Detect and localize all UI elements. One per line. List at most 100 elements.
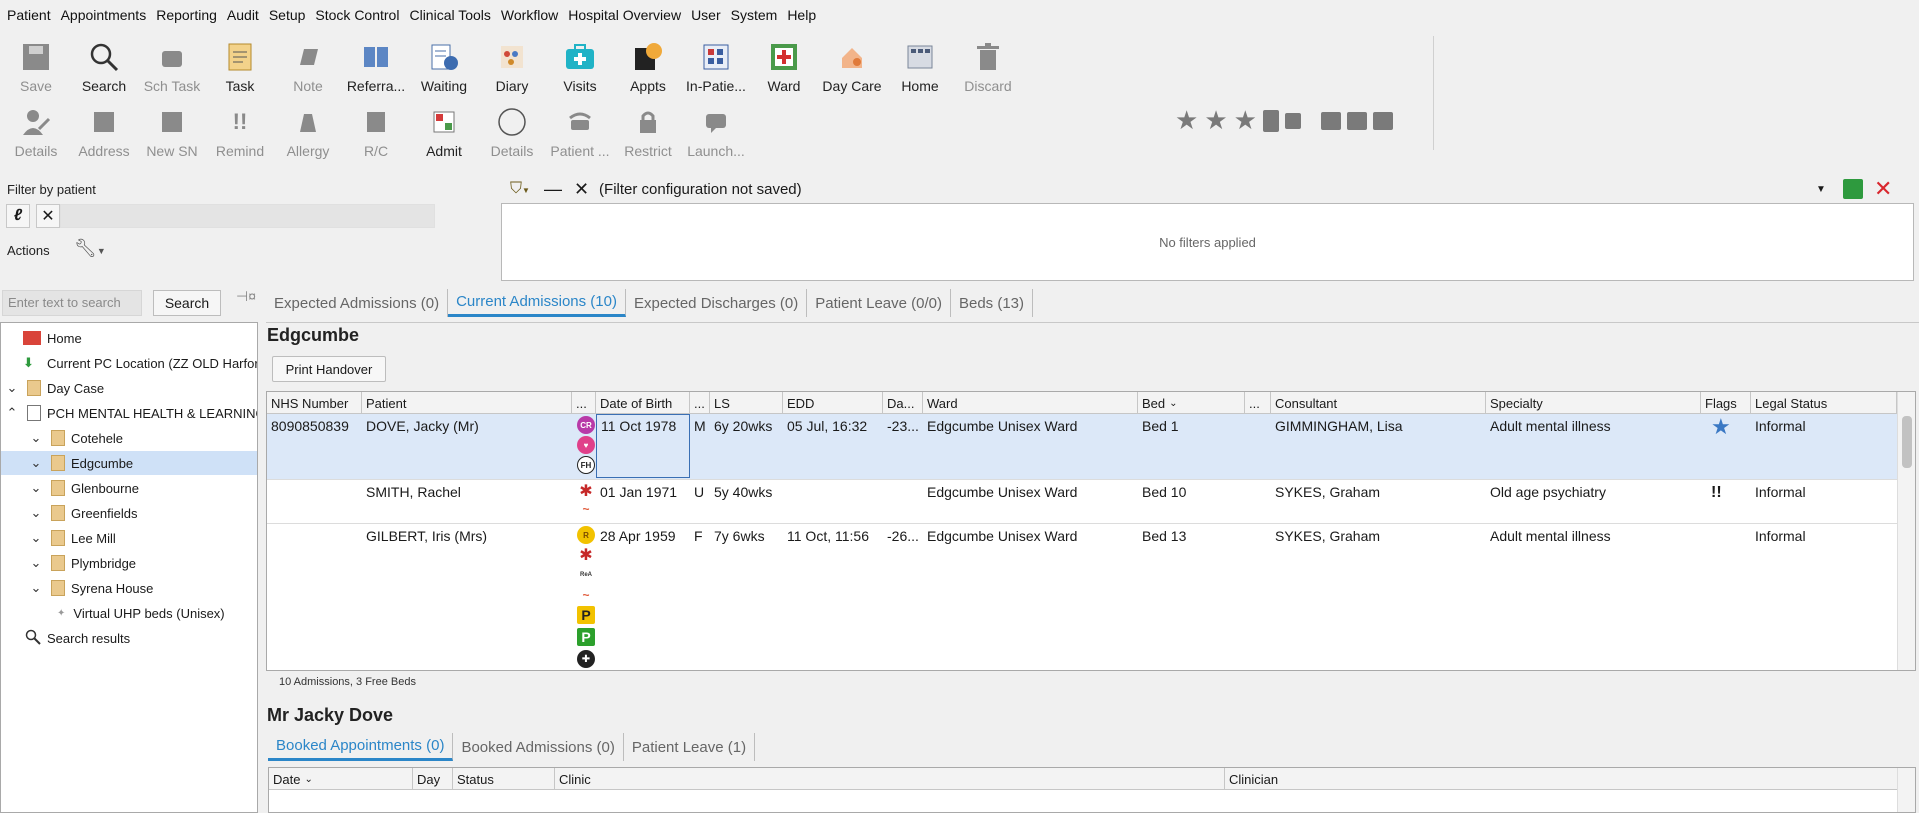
table-row[interactable]: GILBERT, Iris (Mrs) R ✱ ReA ~ P P ✚ 28 A… (267, 524, 1897, 670)
scrollbar-thumb[interactable] (1902, 416, 1912, 468)
tree-item-greenfields[interactable]: ⌄ Greenfields (29, 501, 137, 525)
col-status[interactable]: Status (453, 768, 555, 790)
rea-alert-icon[interactable]: ReA (577, 566, 595, 584)
col-consultant[interactable]: Consultant (1271, 392, 1486, 414)
print-preview-icon[interactable] (1346, 111, 1367, 130)
chevron-down-icon[interactable]: ⌄ (5, 380, 19, 396)
square-icon[interactable] (1284, 112, 1301, 129)
tab-expected-discharges[interactable]: Expected Discharges (0) (626, 289, 808, 317)
star-icon[interactable]: ★ (1204, 105, 1227, 136)
appointments-scrollbar[interactable] (1897, 768, 1915, 812)
col-flags[interactable]: Flags (1701, 392, 1751, 414)
search-button[interactable]: Search (70, 36, 138, 96)
col-bed[interactable]: Bed ⌄ (1138, 392, 1245, 414)
col-alerts[interactable]: ... (572, 392, 596, 414)
admit-button[interactable]: Admit (410, 101, 478, 161)
print-handover-button[interactable]: Print Handover (272, 356, 386, 382)
tab-patient-leave[interactable]: Patient Leave (0/0) (807, 289, 951, 317)
menu-hospital-overview[interactable]: Hospital Overview (563, 7, 686, 23)
col-clinician[interactable]: Clinician (1225, 768, 1897, 790)
tree-item-plymbridge[interactable]: ⌄ Plymbridge (29, 551, 136, 575)
tree-item-virtual-uhp-beds[interactable]: ✦ Virtual UHP beds (Unisex) (57, 601, 225, 625)
patient-lookup-button[interactable]: ℓ (6, 204, 30, 228)
wave-alert-icon[interactable]: ~ (577, 502, 595, 516)
actions-menu-button[interactable]: 🔧︎▼ (74, 238, 106, 259)
day-care-button[interactable]: Day Care (818, 36, 886, 96)
chevron-up-icon[interactable]: ⌃ (5, 405, 19, 421)
dob-cell-focused[interactable]: 11 Oct 1978 (596, 414, 690, 478)
tree-item-lee-mill[interactable]: ⌄ Lee Mill (29, 526, 116, 550)
in-patient-button[interactable]: In-Patie... (682, 36, 750, 96)
chevron-down-icon[interactable]: ⌄ (29, 455, 43, 471)
fh-alert-icon[interactable]: FH (577, 456, 595, 474)
chevron-down-icon[interactable]: ⌄ (29, 555, 43, 571)
burst-alert-icon[interactable]: ✱ (577, 546, 595, 564)
task-button[interactable]: Task (206, 36, 274, 96)
parking-yellow-icon[interactable]: P (577, 606, 595, 624)
col-edd[interactable]: EDD (783, 392, 883, 414)
minimize-icon[interactable]: — (544, 179, 562, 200)
grid-scrollbar[interactable] (1897, 392, 1915, 670)
restrict-button[interactable]: Restrict (614, 101, 682, 161)
patient-filter-field[interactable] (60, 204, 435, 228)
col-nhs-number[interactable]: NHS Number (267, 392, 362, 414)
pane-splitter[interactable] (258, 322, 266, 813)
menu-clinical-tools[interactable]: Clinical Tools (404, 7, 495, 23)
col-sex[interactable]: ... (690, 392, 710, 414)
tree-search-input[interactable]: Enter text to search (2, 290, 142, 316)
chevron-down-icon[interactable]: ⌄ (29, 530, 43, 546)
ward-button[interactable]: Ward (750, 36, 818, 96)
menu-audit[interactable]: Audit (222, 7, 264, 23)
menu-setup[interactable]: Setup (264, 7, 311, 23)
table-row[interactable]: 8090850839 DOVE, Jacky (Mr) CR ♥ FH 11 O… (267, 414, 1897, 480)
menu-patient[interactable]: Patient (2, 7, 56, 23)
burst-alert-icon[interactable]: ✱ (577, 482, 595, 500)
diary-button[interactable]: Diary (478, 36, 546, 96)
window-icon[interactable] (1320, 111, 1341, 130)
tree-item-day-case[interactable]: ⌄ Day Case (5, 376, 104, 400)
col-ls[interactable]: LS (710, 392, 783, 414)
new-sn-button[interactable]: New SN (138, 101, 206, 161)
tab-booked-appointments[interactable]: Booked Appointments (0) (268, 733, 454, 761)
col-extra[interactable]: ... (1245, 392, 1271, 414)
appointments-button[interactable]: Appts (614, 36, 682, 96)
col-date-of-birth[interactable]: Date of Birth (596, 392, 690, 414)
save-filter-icon[interactable] (1843, 179, 1863, 199)
save-button[interactable]: Save (2, 36, 70, 96)
double-exclamation-flag-icon[interactable]: !! (1707, 484, 1722, 502)
star-icon[interactable]: ★ (1234, 105, 1257, 136)
parking-green-icon[interactable]: P (577, 628, 595, 646)
col-clinic[interactable]: Clinic (555, 768, 1225, 790)
patient-details-button[interactable]: Details (2, 101, 70, 161)
chevron-down-icon[interactable]: ⌄ (29, 430, 43, 446)
filter-funnel-icon[interactable]: ⛉▼ (510, 180, 530, 198)
wave-alert-icon[interactable]: ~ (577, 586, 595, 604)
document-icon[interactable] (1262, 109, 1279, 132)
tree-item-home[interactable]: Home (23, 326, 82, 350)
referral-button[interactable]: Referra... (342, 36, 410, 96)
star-icon[interactable]: ★ (1175, 105, 1198, 136)
tree-item-edgcumbe[interactable]: ⌄ Edgcumbe (1, 451, 257, 475)
menu-appointments[interactable]: Appointments (56, 7, 152, 23)
menu-reporting[interactable]: Reporting (151, 7, 222, 23)
home-button[interactable]: Home (886, 36, 954, 96)
rc-button[interactable]: R/C (342, 101, 410, 161)
chevron-down-icon[interactable]: ⌄ (29, 480, 43, 496)
filter-dropdown-icon[interactable]: ▼ (1816, 184, 1826, 195)
launch-button[interactable]: Launch... (682, 101, 750, 161)
menu-workflow[interactable]: Workflow (496, 7, 563, 23)
col-day[interactable]: Day (413, 768, 453, 790)
chevron-down-icon[interactable]: ⌄ (29, 505, 43, 521)
discard-button[interactable]: Discard (954, 36, 1022, 96)
circle-details-button[interactable]: Details (478, 101, 546, 161)
close-filter-icon[interactable]: ✕ (574, 179, 589, 200)
col-da[interactable]: Da... (883, 392, 923, 414)
tree-item-pch-mental-health[interactable]: ⌃ PCH MENTAL HEALTH & LEARNING (5, 401, 257, 425)
patient-phone-button[interactable]: Patient ... (546, 101, 614, 161)
menu-user[interactable]: User (686, 7, 726, 23)
tree-item-syrena-house[interactable]: ⌄ Syrena House (29, 576, 153, 600)
pin-icon[interactable]: ⊣¤ (236, 288, 256, 305)
tree-item-search-results[interactable]: Search results (25, 626, 130, 650)
tree-item-current-pc-location[interactable]: ⬇ Current PC Location (ZZ OLD Harford) (23, 351, 257, 375)
filter-config-text[interactable]: (Filter configuration not saved) (599, 181, 802, 198)
